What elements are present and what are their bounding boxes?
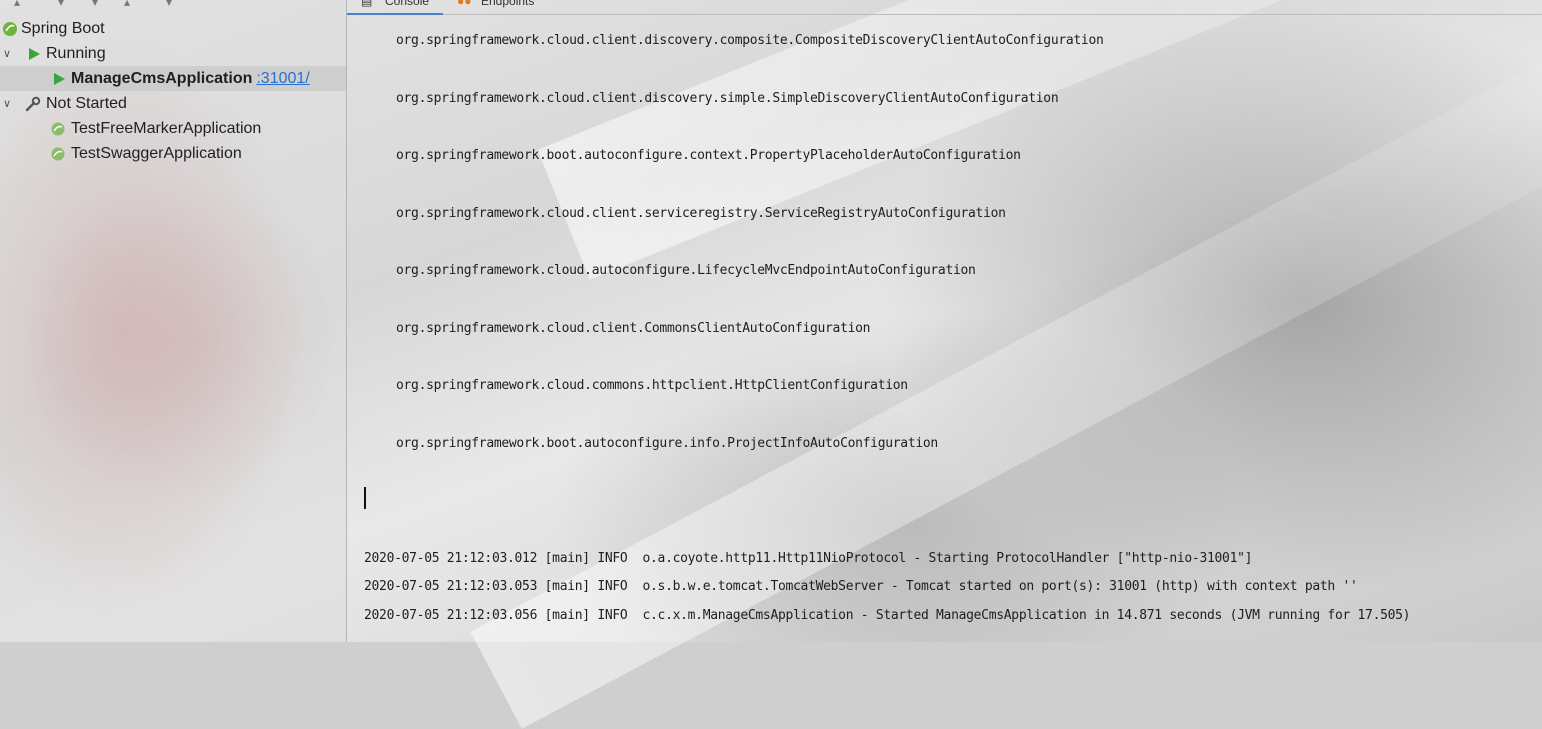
services-tree-panel: ▴ ▾ ▾ ▴ ▾ Spring Boot ∨ Running ManageCm… bbox=[0, 0, 346, 642]
tab-console[interactable]: ▤ Console bbox=[347, 0, 443, 15]
tree-item-label: Running bbox=[46, 44, 106, 62]
filter-icon[interactable]: ▾ bbox=[92, 0, 98, 9]
tree-item-label: Spring Boot bbox=[21, 19, 105, 37]
collapse-icon[interactable]: ▴ bbox=[14, 0, 20, 9]
tree-item-spring-boot[interactable]: Spring Boot bbox=[0, 16, 346, 41]
add-service-icon[interactable]: ▾ bbox=[166, 0, 172, 9]
console-line: org.springframework.cloud.client.discove… bbox=[396, 33, 1104, 48]
console-line: org.springframework.cloud.commons.httpcl… bbox=[396, 378, 908, 393]
console-line: org.springframework.boot.autoconfigure.i… bbox=[396, 436, 938, 451]
spring-boot-icon bbox=[1, 20, 19, 38]
tree-item-label: TestFreeMarkerApplication bbox=[71, 119, 262, 137]
console-line: org.springframework.cloud.client.discove… bbox=[396, 91, 1059, 106]
tab-label: Console bbox=[385, 0, 430, 8]
console-line: org.springframework.boot.autoconfigure.c… bbox=[396, 148, 1021, 163]
console-output[interactable]: org.springframework.cloud.client.discove… bbox=[347, 15, 1542, 642]
console-line: org.springframework.cloud.autoconfigure.… bbox=[396, 263, 976, 278]
port-link[interactable]: :31001/ bbox=[256, 70, 309, 87]
run-icon bbox=[50, 70, 68, 88]
wrench-icon bbox=[24, 95, 42, 113]
tree-item-label: Not Started bbox=[46, 94, 127, 112]
chevron-down-icon[interactable]: ∨ bbox=[1, 97, 13, 110]
tree-item-testswagger[interactable]: TestSwaggerApplication bbox=[0, 141, 346, 166]
tree-item-not-started[interactable]: ∨ Not Started bbox=[0, 91, 346, 116]
tab-label: Endpoints bbox=[481, 0, 535, 8]
chevron-down-icon[interactable]: ∨ bbox=[1, 47, 13, 60]
tree-item-label: TestSwaggerApplication bbox=[71, 144, 242, 162]
console-icon: ▤ bbox=[361, 0, 373, 8]
endpoints-icon: ●● bbox=[457, 0, 472, 8]
run-icon bbox=[25, 45, 43, 63]
log-line: 2020-07-05 21:12:03.012 [main] INFO o.a.… bbox=[364, 551, 1253, 566]
group-icon[interactable]: ▾ bbox=[58, 0, 64, 9]
tree-item-running[interactable]: ∨ Running bbox=[0, 41, 346, 66]
tool-window-tabs: ▤ Console ●● Endpoints bbox=[347, 0, 1542, 15]
console-line: org.springframework.cloud.client.Commons… bbox=[396, 321, 871, 336]
services-toolbar: ▴ ▾ ▾ ▴ ▾ bbox=[0, 0, 346, 14]
tree-item-managecms[interactable]: ManageCmsApplication:31001/ bbox=[0, 66, 346, 91]
app-name-label: ManageCmsApplication bbox=[71, 69, 253, 87]
console-line: org.springframework.cloud.client.service… bbox=[396, 206, 1006, 221]
spring-leaf-icon bbox=[49, 145, 67, 163]
tree-item-testfreemarker[interactable]: TestFreeMarkerApplication bbox=[0, 116, 346, 141]
log-line: 2020-07-05 21:12:03.053 [main] INFO o.s.… bbox=[364, 579, 1358, 594]
log-line: 2020-07-05 21:12:03.056 [main] INFO c.c.… bbox=[364, 608, 1411, 623]
spring-leaf-icon bbox=[49, 120, 67, 138]
text-cursor bbox=[364, 487, 366, 509]
tree-icon[interactable]: ▴ bbox=[124, 0, 130, 9]
